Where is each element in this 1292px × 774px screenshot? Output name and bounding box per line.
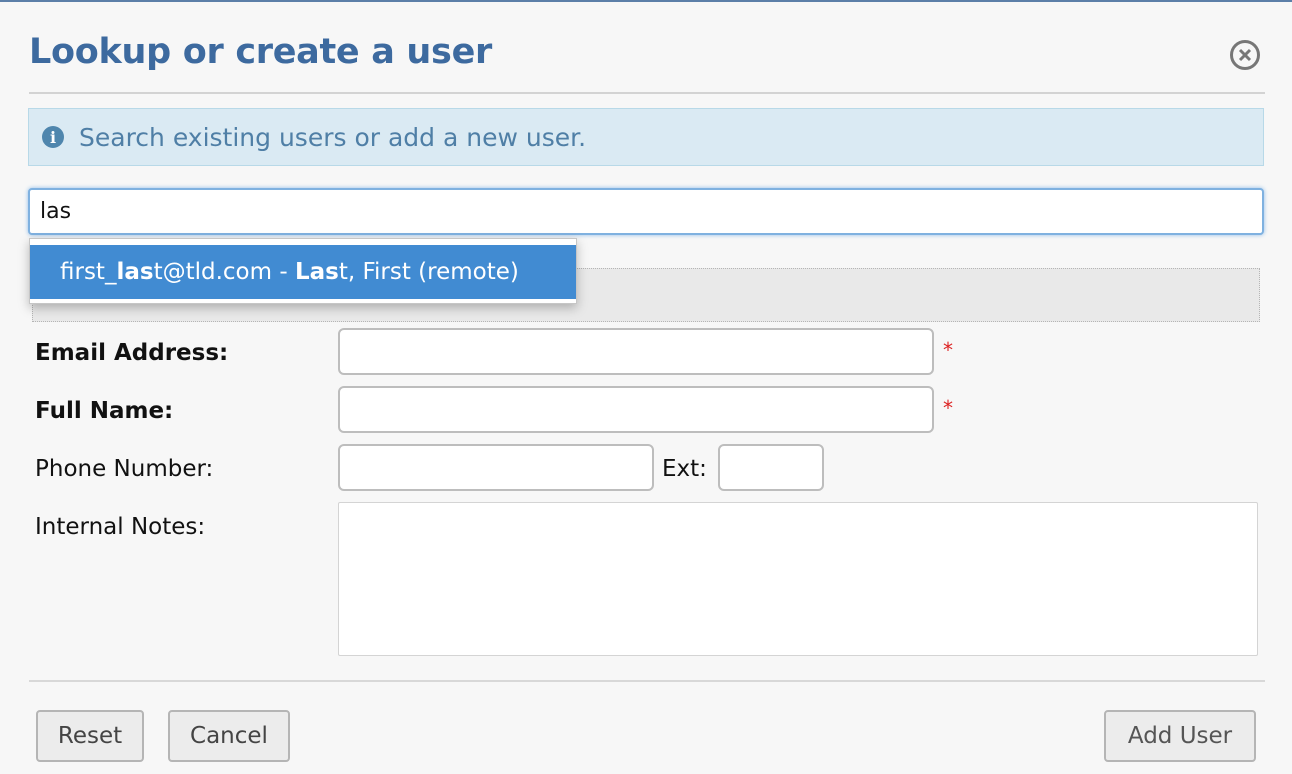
footer-divider (29, 680, 1265, 682)
lookup-user-dialog: Lookup or create a user i Search existin… (0, 0, 1292, 774)
user-search-input[interactable] (28, 188, 1264, 235)
notes-label: Internal Notes: (35, 514, 206, 540)
fullname-label: Full Name: (35, 398, 174, 424)
ext-field[interactable] (718, 444, 824, 491)
add-user-button[interactable]: Add User (1104, 710, 1256, 762)
ext-label: Ext: (662, 456, 707, 482)
cancel-button[interactable]: Cancel (168, 710, 290, 762)
reset-button[interactable]: Reset (36, 710, 144, 762)
close-x-glyph (1238, 48, 1252, 62)
email-required-mark: * (943, 338, 953, 362)
phone-label: Phone Number: (35, 456, 214, 482)
email-label: Email Address: (35, 340, 229, 366)
fullname-field[interactable] (338, 386, 934, 433)
close-icon[interactable] (1230, 40, 1260, 70)
phone-field[interactable] (338, 444, 654, 491)
suggestion-email-match: las (116, 259, 154, 285)
notes-textarea[interactable] (338, 502, 1258, 656)
info-text: Search existing users or add a new user. (79, 122, 587, 152)
email-field[interactable] (338, 328, 934, 375)
suggestion-name-suffix: t, First (remote) (338, 259, 519, 285)
suggestion-email-prefix: first_ (60, 259, 117, 285)
info-icon: i (42, 126, 64, 148)
dialog-title: Lookup or create a user (29, 32, 492, 72)
title-divider (29, 92, 1265, 94)
fullname-required-mark: * (943, 396, 953, 420)
suggestion-email-suffix: t@tld.com - (153, 259, 295, 285)
suggestion-item[interactable]: first_ las t@tld.com - Las t, First (remote… (30, 245, 576, 299)
search-suggestions-dropdown: first_ las t@tld.com - Las t, First (remote… (29, 238, 577, 304)
suggestion-name-match: Las (294, 259, 339, 285)
info-banner: i Search existing users or add a new use… (28, 108, 1264, 166)
